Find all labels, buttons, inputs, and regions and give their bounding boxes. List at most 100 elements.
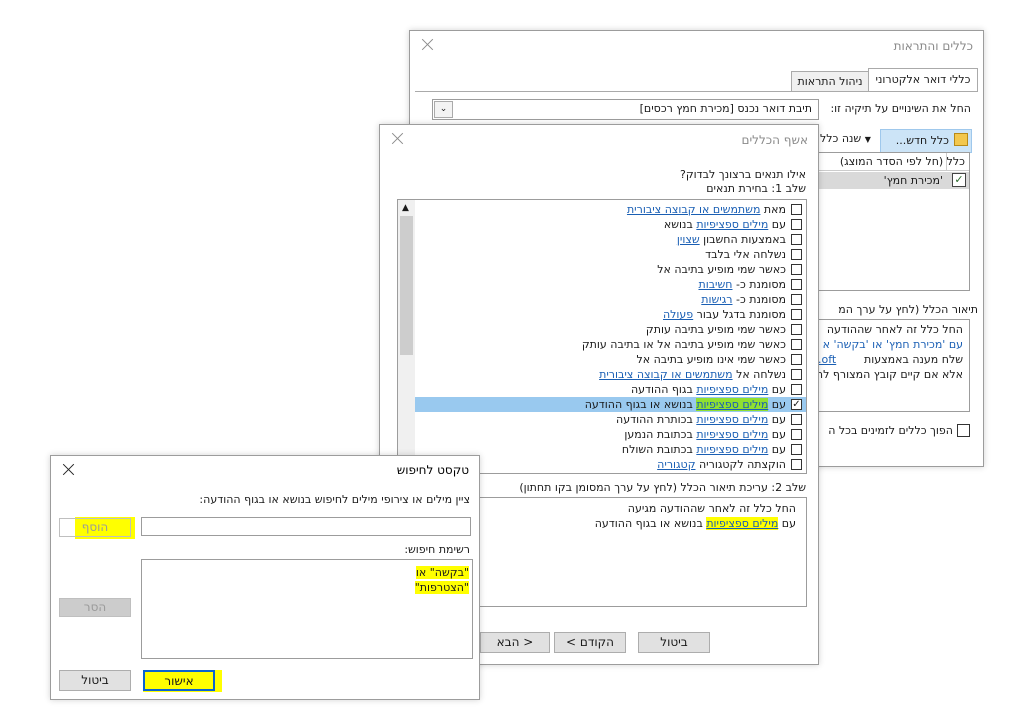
condition-checkbox[interactable] [791,264,802,275]
conditions-list[interactable]: ▲ מאת משתמשים או קבוצה ציבורית עם מילים ס… [397,199,807,474]
condition-link[interactable]: מילים ספציפיות [696,428,768,441]
step2-line-2-pre: עם [778,517,796,530]
condition-row[interactable]: מסומנת כ- חשיבות [415,277,806,292]
condition-pre: הוקצתה לקטגוריה [695,458,786,471]
rule-row[interactable]: ✓ 'מכירת חמץ' [816,172,969,189]
step2-line-2: עם מילים ספציפיות בנושא או בגוף ההודעה [595,517,796,530]
condition-link[interactable]: משתמשים או קבוצה ציבורית [599,368,732,381]
dialog-title: אשף הכללים [741,133,809,147]
enable-rules-label: הפוך כללים לזמינים בכל ה [828,424,953,437]
condition-checkbox[interactable] [791,324,802,335]
condition-row[interactable]: מאת משתמשים או קבוצה ציבורית [415,202,806,217]
search-list-item[interactable]: "בקשה" או [415,566,469,579]
close-icon[interactable] [59,460,79,480]
next-button[interactable]: הבא > [480,632,550,653]
condition-checkbox[interactable]: ✓ [791,399,802,410]
search-text-input[interactable] [141,517,471,536]
scroll-thumb[interactable] [400,216,413,355]
remove-button[interactable]: הסר [59,598,131,617]
condition-pre: עם [768,218,786,231]
condition-checkbox[interactable] [791,414,802,425]
dialog-title: טקסט לחיפוש [396,463,469,477]
condition-row[interactable]: עם מילים ספציפיות בנושא [415,217,806,232]
condition-post: בגוף ההודעה [630,383,697,396]
condition-checkbox[interactable] [791,354,802,365]
condition-text: כאשר שמי אינו מופיע בתיבה אל [637,352,786,367]
change-rule-button[interactable]: שנה כלל ▼ [820,132,871,145]
condition-row[interactable]: נשלחה אל משתמשים או קבוצה ציבורית [415,367,806,382]
condition-checkbox[interactable] [791,279,802,290]
condition-text: נשלחה אלי בלבד [705,247,786,262]
condition-checkbox[interactable] [791,339,802,350]
ok-button[interactable]: אישור [143,670,215,691]
condition-row[interactable]: באמצעות החשבון שצוין [415,232,806,247]
condition-text: כאשר שמי מופיע בתיבה אל או בתיבה עותק [582,337,786,352]
condition-checkbox[interactable] [791,249,802,260]
chevron-down-icon[interactable]: ⌄ [434,101,453,118]
condition-link[interactable]: שצוין [677,233,700,246]
condition-link[interactable]: מילים ספציפיות [696,413,768,426]
tab-manage-alerts[interactable]: ניהול התראות [791,71,869,91]
new-rule-button[interactable]: כלל חדש... [880,129,972,153]
search-list-item[interactable]: "הצטרפות" [414,581,469,594]
condition-link[interactable]: מילים ספציפיות [696,398,769,411]
desc-line-2[interactable]: עם 'מכירת חמץ' או 'בקשה' א [823,338,963,351]
tab-email-rules[interactable]: כללי דואר אלקטרוני [868,68,978,91]
scroll-up-icon[interactable]: ▲ [402,203,409,213]
condition-row[interactable]: כאשר שמי מופיע בתיבה אל או בתיבה עותק [415,337,806,352]
title-bar: אשף הכללים [380,125,818,155]
condition-row[interactable]: עם מילים ספציפיות בכתובת הנמען [415,427,806,442]
condition-checkbox[interactable] [791,234,802,245]
condition-row[interactable]: עם מילים ספציפיות בגוף ההודעה [415,382,806,397]
condition-link[interactable]: מילים ספציפיות [696,218,768,231]
scrollbar[interactable]: ▲ [398,200,415,473]
condition-row[interactable]: עם מילים ספציפיות בכותרת ההודעה [415,412,806,427]
condition-checkbox[interactable] [791,294,802,305]
condition-row[interactable]: מסומנת בדגל עבור פעולה [415,307,806,322]
condition-checkbox[interactable] [791,429,802,440]
condition-pre: באמצעות החשבון [699,233,786,246]
condition-checkbox[interactable] [791,369,802,380]
condition-row[interactable]: כאשר שמי מופיע בתיבה אל [415,262,806,277]
condition-text: עם מילים ספציפיות בכתובת הנמען [624,427,786,442]
desc-line-3: שלח מענה באמצעות [864,353,963,366]
step2-label: שלב 2: עריכת תיאור הכלל (לחץ על ערך המסו… [519,481,806,494]
cancel-button[interactable]: ביטול [638,632,710,653]
folder-select[interactable]: תיבת דואר נכנס [מכירת חמץ רכסים] ⌄ [432,99,819,120]
add-button[interactable]: הוסף [59,518,131,537]
condition-checkbox[interactable] [791,444,802,455]
condition-checkbox[interactable] [791,459,802,470]
condition-row[interactable]: כאשר שמי מופיע בתיבה עותק [415,322,806,337]
condition-checkbox[interactable] [791,309,802,320]
rule-name: 'מכירת חמץ' [883,174,943,187]
condition-row[interactable]: ✓ עם מילים ספציפיות בנושא או בגוף ההודעה [415,397,806,412]
condition-row[interactable]: נשלחה אלי בלבד [415,247,806,262]
enable-rules-checkbox[interactable] [957,424,970,437]
condition-pre: עם [768,413,786,426]
cancel-button[interactable]: ביטול [59,670,131,691]
condition-link[interactable]: פעולה [663,308,693,321]
condition-link[interactable]: משתמשים או קבוצה ציבורית [627,203,760,216]
condition-link[interactable]: מילים ספציפיות [696,443,768,456]
specific-words-link[interactable]: מילים ספציפיות [706,517,779,530]
condition-link[interactable]: רגישות [701,293,732,306]
back-button[interactable]: < הקודם [554,632,626,653]
desc-line-1: החל כלל זה לאחר שההודעה [826,323,963,336]
close-icon[interactable] [418,35,438,55]
condition-pre: מסומנת בדגל עבור [693,308,786,321]
condition-link[interactable]: קטגוריה [657,458,695,471]
condition-row[interactable]: מסומנת כ- רגישות [415,292,806,307]
rules-list[interactable]: כלל (חל לפי הסדר המוצג) ✓ 'מכירת חמץ' [815,152,970,291]
rule-checkbox-icon[interactable]: ✓ [952,173,966,187]
close-icon[interactable] [388,129,408,149]
condition-link[interactable]: מילים ספציפיות [696,383,768,396]
condition-pre: עם [768,398,786,411]
condition-row[interactable]: כאשר שמי אינו מופיע בתיבה אל [415,352,806,367]
tab-divider [415,91,978,92]
condition-link[interactable]: חשיבות [698,278,732,291]
desc-link-oft[interactable]: .oft [818,353,836,366]
condition-checkbox[interactable] [791,219,802,230]
search-list[interactable]: "בקשה" או "הצטרפות" [141,559,473,659]
condition-checkbox[interactable] [791,384,802,395]
condition-checkbox[interactable] [791,204,802,215]
